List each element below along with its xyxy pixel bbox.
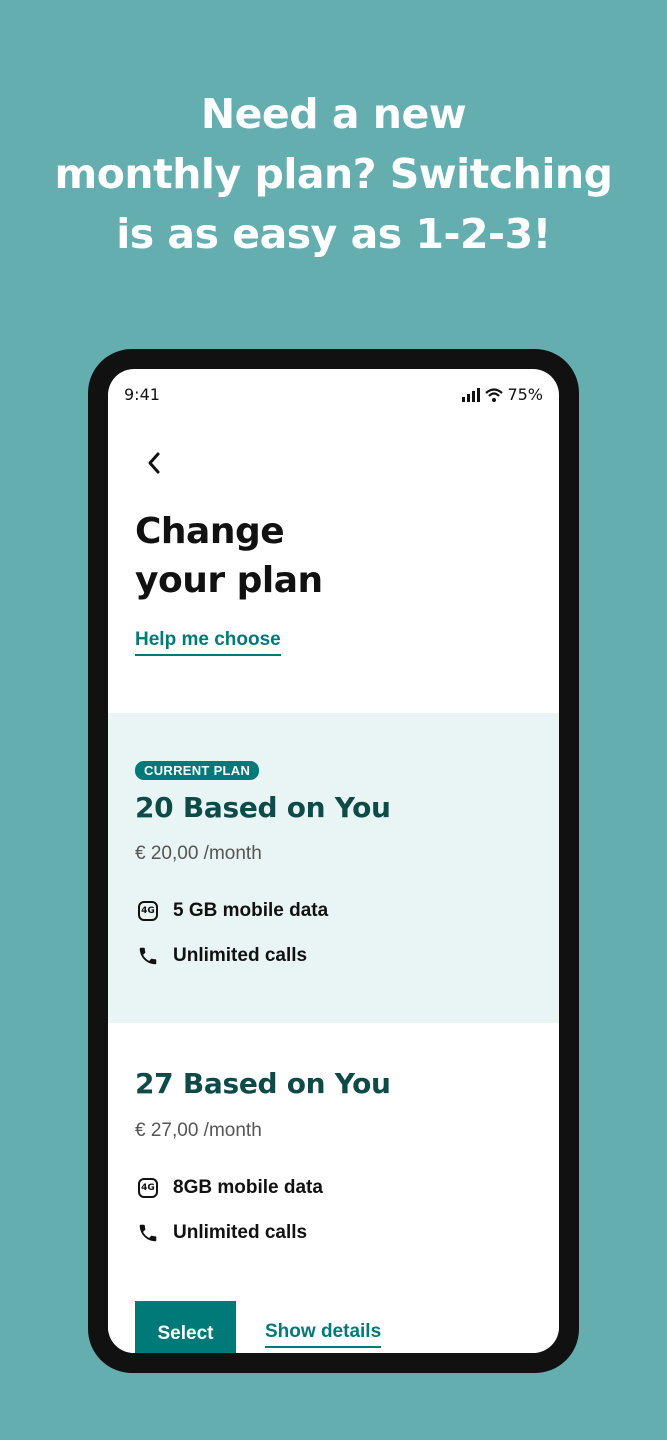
- select-plan-button[interactable]: Select: [135, 1301, 236, 1353]
- phone-screen: 9:41 75% Change your plan Help me choose…: [108, 369, 559, 1353]
- feature-data: 4G 8GB mobile data: [135, 1175, 323, 1201]
- status-time: 9:41: [124, 385, 160, 404]
- feature-label: 5 GB mobile data: [173, 900, 329, 921]
- feature-calls: Unlimited calls: [135, 1220, 307, 1246]
- feature-data: 4G 5 GB mobile data: [135, 898, 328, 924]
- feature-label: Unlimited calls: [173, 945, 308, 966]
- status-indicators: 75%: [461, 385, 543, 404]
- feature-label: 8GB mobile data: [173, 1177, 323, 1198]
- phone-frame: 9:41 75% Change your plan Help me choose…: [88, 349, 579, 1373]
- headline-line: Need a new: [200, 90, 467, 138]
- back-button[interactable]: [138, 447, 170, 479]
- signal-icon: [462, 387, 481, 402]
- chevron-left-icon: [148, 452, 160, 474]
- page-title: Change your plan: [135, 507, 535, 605]
- plan-name: 27 Based on You: [135, 1067, 391, 1100]
- wifi-icon: [485, 387, 504, 402]
- page-title-line: Change: [135, 511, 285, 552]
- help-me-choose-link[interactable]: Help me choose: [135, 629, 281, 656]
- page-title-line: your plan: [135, 560, 323, 601]
- 4g-icon: 4G: [138, 1178, 158, 1198]
- feature-label: Unlimited calls: [173, 1222, 308, 1243]
- show-details-link[interactable]: Show details: [265, 1321, 382, 1348]
- feature-calls: Unlimited calls: [135, 943, 307, 969]
- plan-card: 27 Based on You € 27,00 /month 4G 8GB mo…: [108, 1023, 559, 1353]
- plan-name: 20 Based on You: [135, 791, 391, 824]
- phone-icon: [139, 947, 157, 965]
- status-bar: 9:41 75%: [108, 369, 559, 419]
- phone-icon: [139, 1224, 157, 1242]
- plan-price: € 27,00 /month: [135, 1120, 262, 1141]
- battery-percent: 75%: [507, 385, 543, 404]
- headline-line: is as easy as 1-2-3!: [116, 210, 551, 258]
- headline-line: monthly plan? Switching: [54, 150, 613, 198]
- 4g-icon: 4G: [138, 901, 158, 921]
- plan-price: € 20,00 /month: [135, 843, 262, 864]
- plan-card-current: CURRENT PLAN 20 Based on You € 20,00 /mo…: [108, 713, 559, 1023]
- promo-headline: Need a new monthly plan? Switching is as…: [0, 84, 667, 264]
- current-plan-badge: CURRENT PLAN: [135, 761, 260, 780]
